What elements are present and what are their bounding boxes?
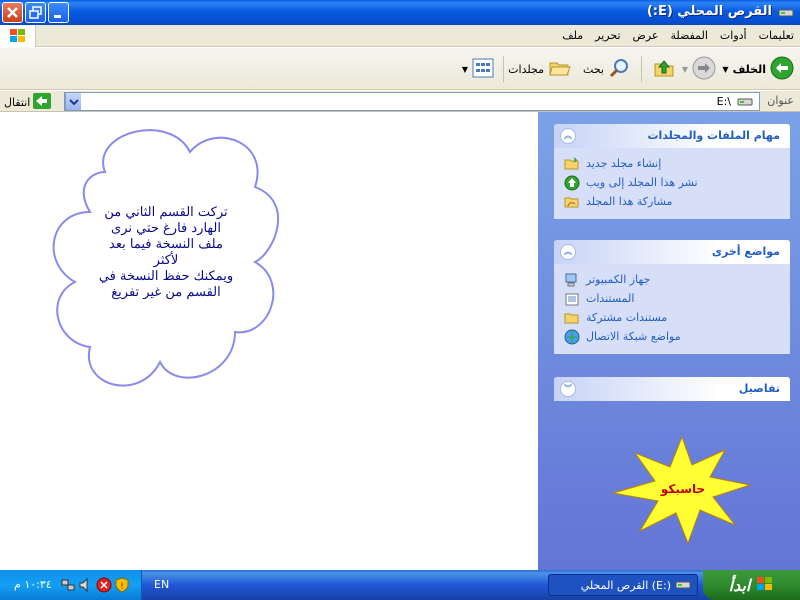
- address-value: E:\: [716, 95, 731, 108]
- publish-web-icon: [564, 175, 580, 191]
- network-tray-icon[interactable]: [60, 577, 76, 596]
- menu-items: ملف تحرير عرض المفضلة أدوات تعليمات: [562, 29, 794, 42]
- start-label: ابدأ: [728, 575, 751, 595]
- folders-label: مجلدات: [508, 62, 544, 76]
- cloud-line: ويمكنك حفظ النسخة في: [98, 269, 234, 284]
- chevron-down-icon: [69, 99, 79, 106]
- close-icon: [7, 7, 18, 18]
- system-tray: ١٠:٣٤ م !: [0, 570, 142, 600]
- place-network[interactable]: مواضع شبكة الاتصال: [564, 327, 780, 346]
- toolbar: الخلف ▼ ▼ بحث مجلدات ▼: [0, 48, 800, 90]
- address-field[interactable]: E:\: [64, 92, 760, 111]
- folders-icon: [548, 56, 572, 83]
- folders-button[interactable]: مجلدات: [508, 56, 572, 82]
- chevron-down-icon[interactable]: ▼: [682, 65, 688, 74]
- go-button[interactable]: انتقال: [4, 93, 52, 112]
- search-icon: [608, 56, 632, 83]
- starburst-label: حاسبكو: [660, 482, 706, 496]
- forward-button[interactable]: ▼: [682, 56, 716, 82]
- security-shield-icon[interactable]: !: [114, 577, 130, 596]
- up-folder-button[interactable]: [652, 56, 676, 82]
- forward-arrow-icon: [692, 56, 716, 83]
- address-bar: عنوان E:\ انتقال: [0, 91, 800, 112]
- chevron-down-icon[interactable]: ︾: [560, 381, 576, 397]
- drive-icon: [778, 5, 794, 22]
- chevron-up-icon[interactable]: ︽: [560, 244, 576, 260]
- taskbar-window-button[interactable]: القرص المحلي (E:): [548, 574, 698, 596]
- panel-title: مواضع أخرى: [711, 245, 780, 258]
- go-label: انتقال: [4, 96, 31, 109]
- chevron-up-icon[interactable]: ︽: [560, 128, 576, 144]
- go-arrow-icon: [33, 93, 52, 112]
- panel-title: مهام الملفات والمجلدات: [647, 129, 781, 142]
- menu-favorites[interactable]: المفضلة: [670, 29, 707, 42]
- panel-header[interactable]: تفاصيل ︾: [554, 377, 790, 401]
- panel-title: تفاصيل: [738, 382, 780, 395]
- start-button[interactable]: ابدأ: [703, 570, 800, 600]
- shared-folder-icon: [564, 310, 580, 326]
- menu-bar: ملف تحرير عرض المفضلة أدوات تعليمات: [0, 25, 800, 47]
- task-publish-web[interactable]: نشر هذا المجلد إلى ويب: [564, 173, 780, 192]
- panel-header[interactable]: مواضع أخرى ︽: [554, 240, 790, 264]
- windows-logo-icon: [0, 25, 36, 47]
- volume-icon[interactable]: [78, 577, 94, 596]
- computer-icon: [564, 272, 580, 288]
- back-arrow-icon: [770, 56, 794, 83]
- antivirus-icon[interactable]: [96, 577, 112, 596]
- drive-icon: [675, 577, 691, 594]
- toolbar-separator: [641, 56, 642, 82]
- cloud-line: ملف النسخة فيما بعد: [109, 237, 223, 252]
- cloud-line: لأكثر: [153, 253, 179, 268]
- minimize-icon: [54, 15, 61, 18]
- place-shared-documents[interactable]: مستندات مشتركة: [564, 308, 780, 327]
- taskbar-window-label: القرص المحلي (E:): [580, 578, 671, 592]
- language-indicator[interactable]: EN: [154, 578, 169, 591]
- search-label: بحث: [583, 62, 604, 76]
- minimize-button[interactable]: [48, 2, 69, 23]
- menu-tools[interactable]: أدوات: [720, 29, 747, 42]
- details-panel: تفاصيل ︾: [554, 377, 790, 401]
- cloud-line: تركت القسم الثاني من: [104, 205, 228, 220]
- close-button[interactable]: [2, 2, 23, 23]
- cloud-line: القسم من غير تفريغ: [111, 285, 221, 300]
- cloud-note: تركت القسم الثاني من الهارد فارغ حتي نرى…: [86, 205, 246, 301]
- menu-edit[interactable]: تحرير: [595, 29, 620, 42]
- file-tasks-panel: مهام الملفات والمجلدات ︽ إنشاء مجلد جديد…: [554, 124, 790, 219]
- chevron-down-icon[interactable]: ▼: [462, 65, 468, 74]
- toolbar-separator: [503, 56, 504, 82]
- place-my-documents[interactable]: المستندات: [564, 289, 780, 308]
- restore-button[interactable]: [25, 2, 46, 23]
- address-label: عنوان: [767, 94, 794, 107]
- menu-help[interactable]: تعليمات: [759, 29, 794, 42]
- cloud-callout: [52, 129, 279, 387]
- up-folder-icon: [652, 56, 676, 83]
- menu-view[interactable]: عرض: [633, 29, 659, 42]
- taskbar: ابدأ القرص المحلي (E:) EN ١٠:٣٤ م !: [0, 570, 800, 600]
- other-places-panel: مواضع أخرى ︽ جهاز الكمبيوتر المستندات مس…: [554, 240, 790, 354]
- place-my-computer[interactable]: جهاز الكمبيوتر: [564, 270, 780, 289]
- views-button[interactable]: ▼: [462, 56, 494, 82]
- back-label: الخلف: [732, 62, 766, 76]
- task-share-folder[interactable]: مشاركة هذا المجلد: [564, 192, 780, 211]
- network-icon: [564, 329, 580, 345]
- window-title: القرص المحلي (E:): [646, 4, 772, 19]
- share-folder-icon: [564, 194, 580, 210]
- clock[interactable]: ١٠:٣٤ م: [14, 578, 52, 591]
- task-new-folder[interactable]: إنشاء مجلد جديد: [564, 154, 780, 173]
- new-folder-icon: [564, 156, 580, 172]
- restore-icon: [29, 6, 42, 19]
- address-dropdown-button[interactable]: [65, 93, 81, 110]
- back-button[interactable]: الخلف ▼: [722, 56, 794, 82]
- views-icon: [472, 58, 494, 81]
- title-bar: القرص المحلي (E:): [0, 0, 800, 25]
- chevron-down-icon[interactable]: ▼: [722, 65, 728, 74]
- search-button[interactable]: بحث: [583, 56, 632, 82]
- cloud-line: الهارد فارغ حتي نرى: [111, 221, 221, 236]
- menu-file[interactable]: ملف: [562, 29, 583, 42]
- windows-flag-icon: [756, 576, 774, 595]
- panel-header[interactable]: مهام الملفات والمجلدات ︽: [554, 124, 790, 148]
- svg-text:!: !: [120, 582, 124, 592]
- documents-icon: [564, 291, 580, 307]
- drive-icon: [737, 94, 753, 111]
